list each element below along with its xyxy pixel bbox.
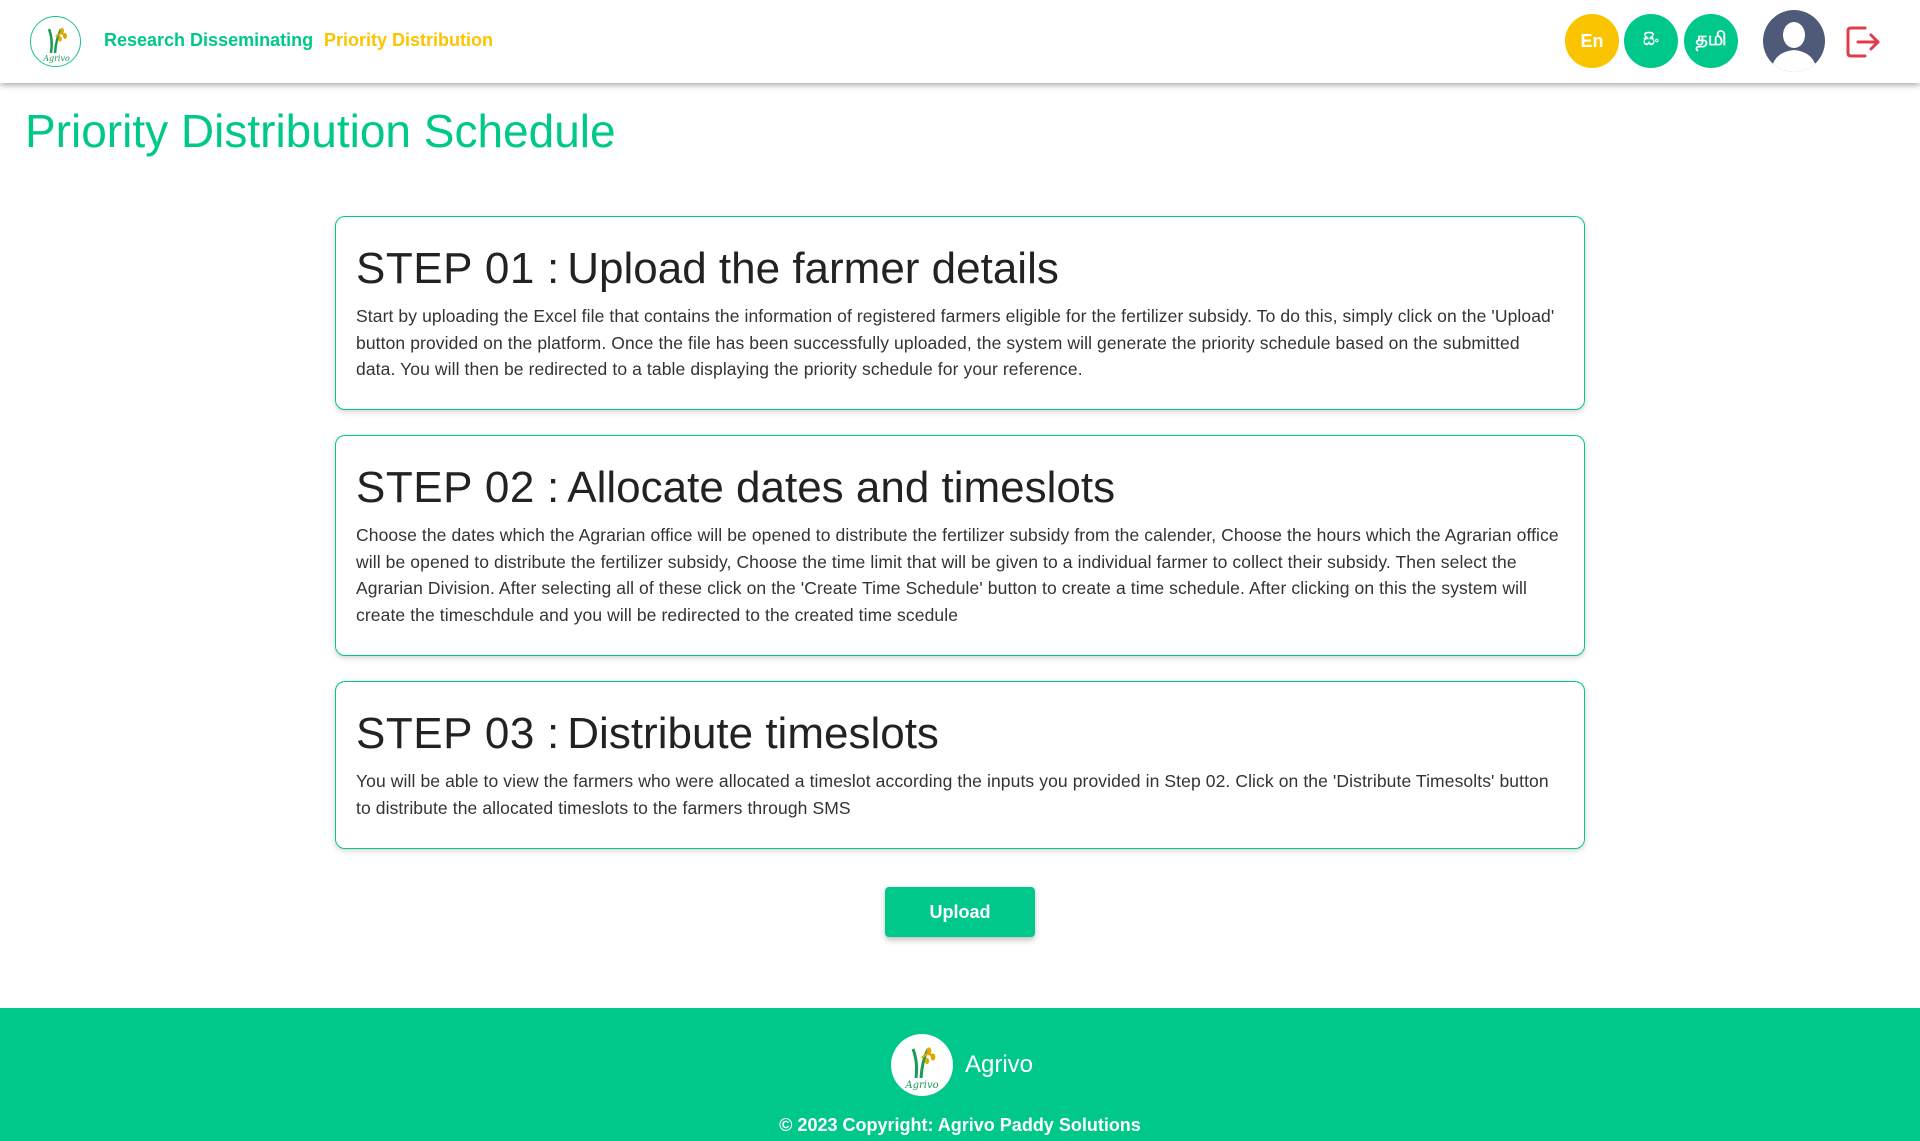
nav-research-disseminating[interactable]: Research Disseminating bbox=[104, 30, 313, 51]
upload-button[interactable]: Upload bbox=[885, 887, 1035, 937]
footer: Agrivo Agrivo © 2023 Copyright: Agrivo P… bbox=[0, 1008, 1920, 1141]
footer-brand: Agrivo bbox=[965, 1051, 1034, 1078]
step-colon: : bbox=[547, 244, 560, 293]
step-colon: : bbox=[547, 463, 560, 512]
language-english-button[interactable]: En bbox=[1565, 14, 1619, 68]
avatar-graphic bbox=[1763, 10, 1825, 72]
logout-graphic bbox=[1846, 26, 1880, 58]
footer-copyright: © 2023 Copyright: Agrivo Paddy Solutions bbox=[779, 1115, 1141, 1135]
top-navbar: Agrivo Research Disseminating Priority D… bbox=[0, 0, 1920, 83]
footer-logo-text: Agrivo bbox=[904, 1080, 938, 1091]
step-heading: STEP 02 : Allocate dates and timeslots bbox=[356, 462, 1564, 514]
step-number: STEP 03 bbox=[356, 709, 535, 758]
language-sinhala-button[interactable]: සිං bbox=[1624, 14, 1678, 68]
step-description: Start by uploading the Excel file that c… bbox=[356, 306, 1555, 379]
step-heading: STEP 01 : Upload the farmer details bbox=[356, 243, 1564, 295]
step-description: Choose the dates which the Agrarian offi… bbox=[356, 525, 1559, 625]
agrivo-logo-icon: Agrivo bbox=[891, 1034, 953, 1096]
agrivo-logo-icon[interactable]: Agrivo bbox=[30, 16, 81, 67]
nav-priority-distribution[interactable]: Priority Distribution bbox=[324, 30, 493, 51]
language-tamil-button[interactable]: தமி bbox=[1684, 14, 1738, 68]
page-title: Priority Distribution Schedule bbox=[25, 105, 616, 157]
step-card-1: STEP 01 : Upload the farmer details Start… bbox=[335, 216, 1585, 410]
logout-icon[interactable] bbox=[1843, 22, 1883, 62]
step-card-2: STEP 02 : Allocate dates and timeslots Ch… bbox=[335, 435, 1585, 656]
step-title: Distribute timeslots bbox=[567, 709, 939, 758]
step-card-3: STEP 03 : Distribute timeslots You will b… bbox=[335, 681, 1585, 849]
user-avatar-icon[interactable] bbox=[1763, 10, 1825, 72]
logo-text: Agrivo bbox=[42, 54, 70, 63]
step-number: STEP 01 bbox=[356, 244, 535, 293]
step-colon: : bbox=[547, 709, 560, 758]
step-heading: STEP 03 : Distribute timeslots bbox=[356, 708, 1564, 760]
footer-logo-graphic: Agrivo bbox=[904, 1047, 939, 1091]
step-title: Upload the farmer details bbox=[567, 244, 1059, 293]
step-description: You will be able to view the farmers who… bbox=[356, 771, 1549, 818]
step-title: Allocate dates and timeslots bbox=[567, 463, 1116, 512]
agrivo-logo-graphic: Agrivo bbox=[42, 28, 70, 63]
step-number: STEP 02 bbox=[356, 463, 535, 512]
